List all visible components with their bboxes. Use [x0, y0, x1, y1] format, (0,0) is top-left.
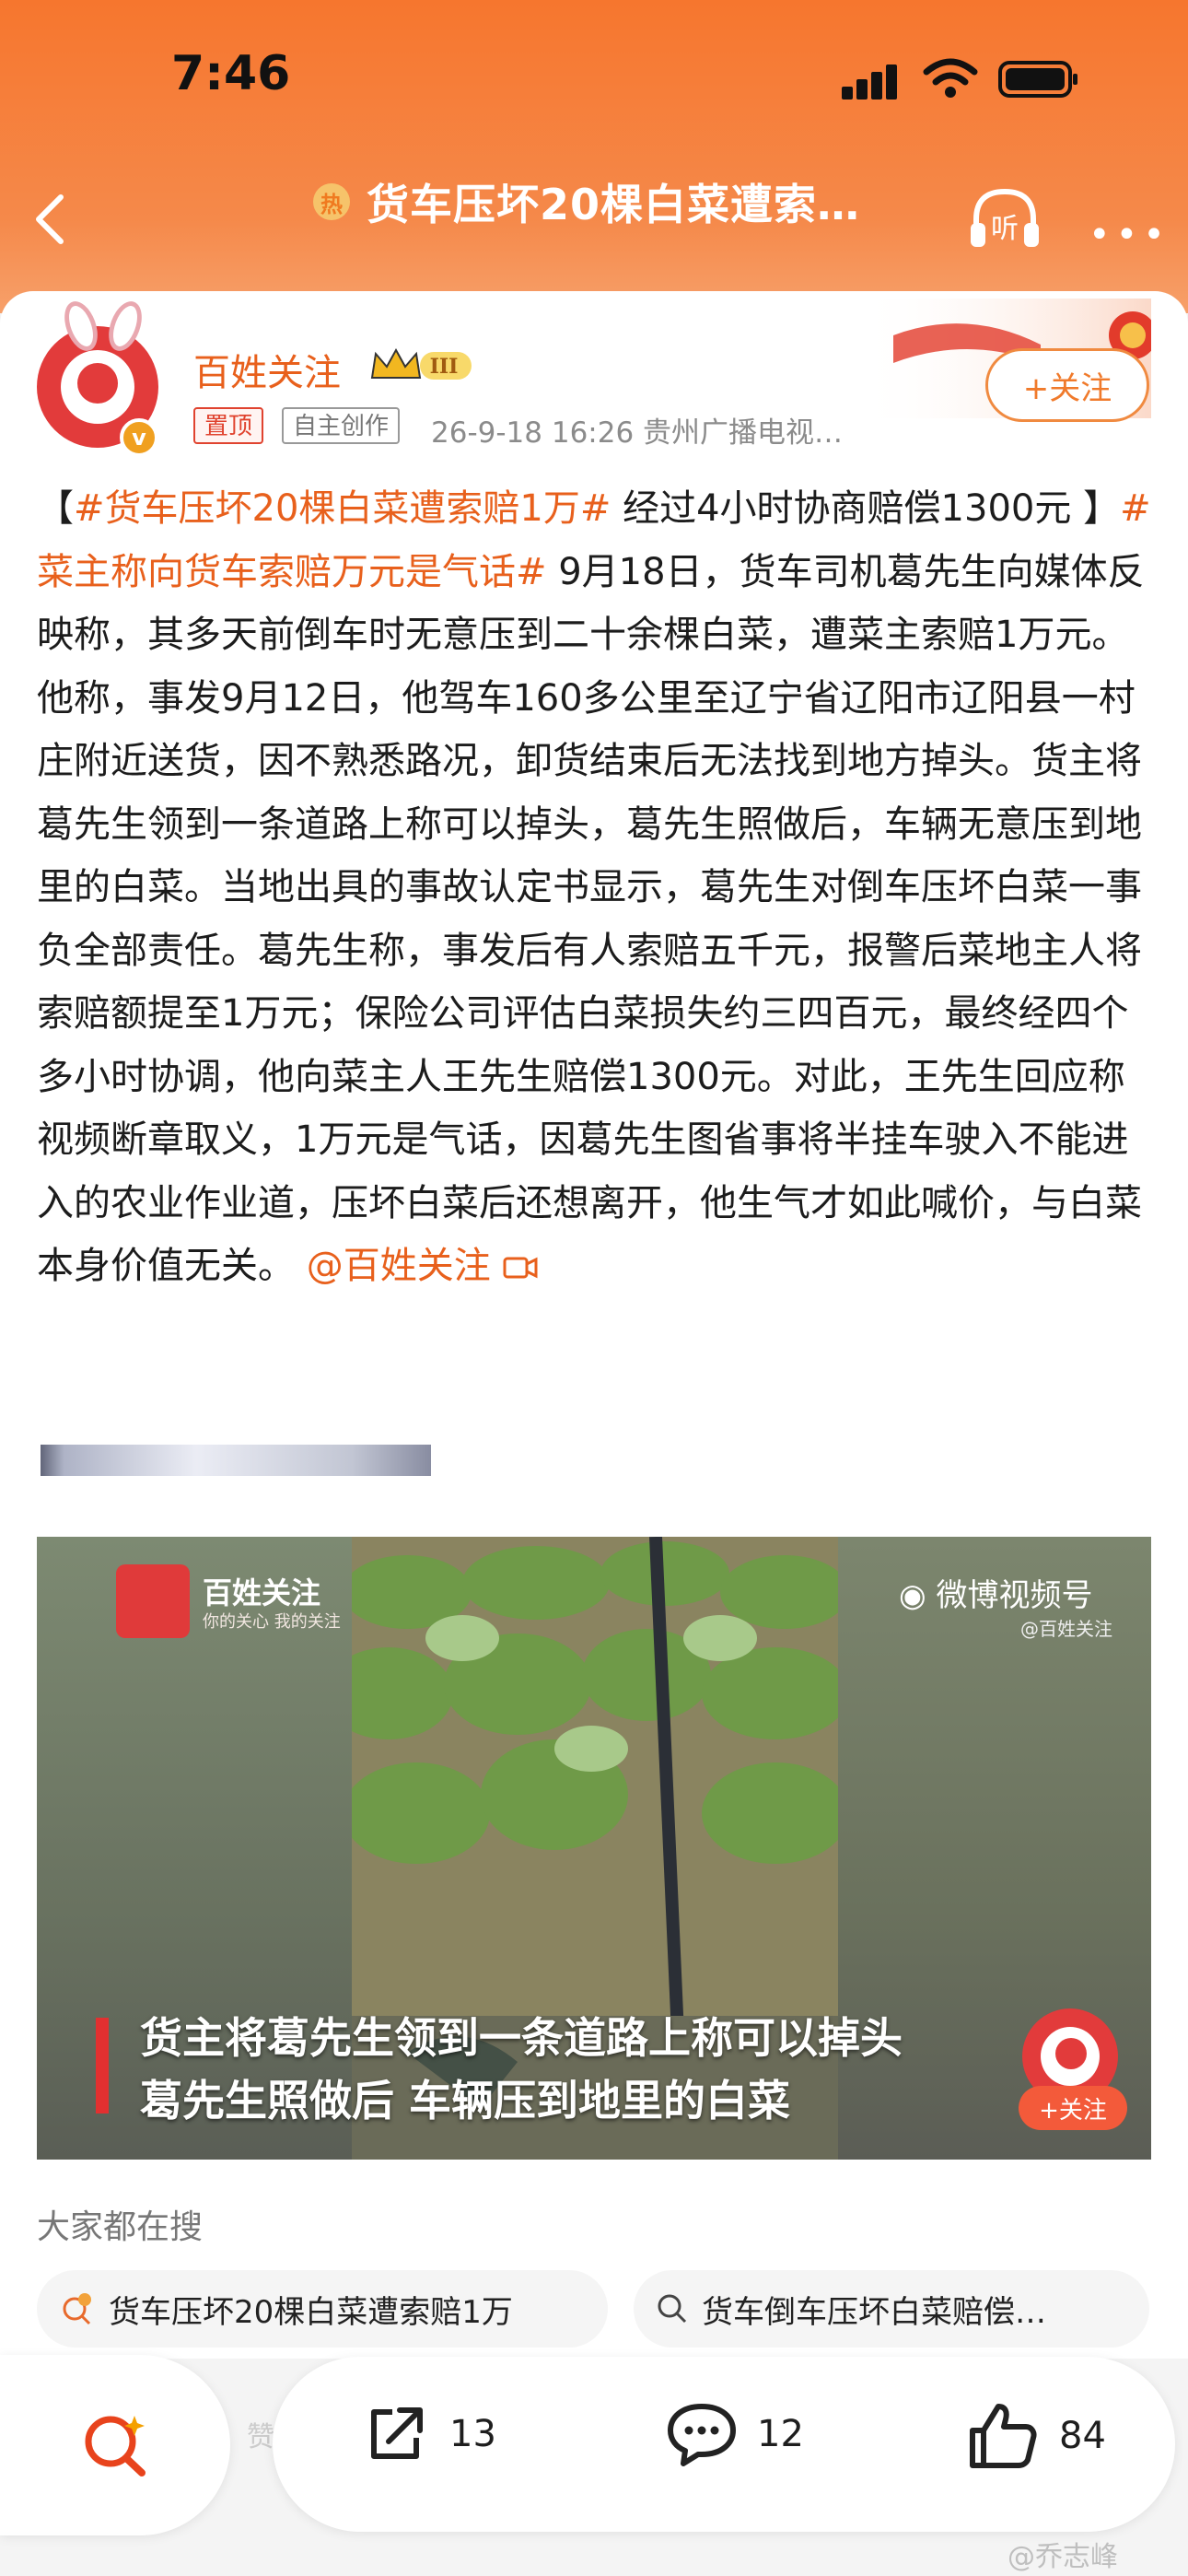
- brand-name: 百姓关注: [203, 1575, 321, 1610]
- listen-icon[interactable]: 听: [967, 184, 1042, 252]
- follow-button[interactable]: +关注: [985, 348, 1149, 422]
- search-chip-label: 货车压坏20棵白菜遭索赔1万: [109, 2293, 513, 2331]
- back-icon[interactable]: [28, 192, 74, 247]
- hot-search-icon: [63, 2293, 91, 2325]
- share-count: 13: [449, 2413, 496, 2455]
- search-sparkle-icon: [85, 2416, 146, 2476]
- search-chip[interactable]: 货车压坏20棵白菜遭索赔1万: [37, 2270, 608, 2348]
- wifi-icon: [923, 58, 978, 98]
- weibo-label-text: 微博视频号: [936, 1577, 1093, 1614]
- text-part: 经过4小时协商赔偿1300元 】: [611, 487, 1121, 530]
- search-chip[interactable]: 货车倒车压坏白菜赔偿…: [634, 2270, 1149, 2348]
- level-badge: III: [370, 347, 472, 380]
- video-caption: 货主将葛先生领到一条道路上称可以掉头 葛先生照做后 车辆压到地里的白菜: [140, 2007, 903, 2132]
- status-time: 7:46: [171, 46, 291, 101]
- comment-count: 12: [757, 2413, 804, 2455]
- share-icon: [371, 2407, 423, 2459]
- share-button[interactable]: 13: [361, 2399, 496, 2469]
- brand-logo-icon: [116, 1564, 190, 1638]
- page-title: 货车压坏20棵白菜遭索…: [367, 180, 861, 229]
- comment-icon: [668, 2404, 736, 2466]
- pinned-tag: 置顶: [193, 407, 264, 444]
- like-button[interactable]: 84: [965, 2399, 1106, 2473]
- weibo-account: @百姓关注: [1020, 1618, 1112, 1640]
- verified-badge: v: [120, 418, 158, 457]
- weibo-icon: ◉: [899, 1577, 937, 1614]
- caption-accent: [96, 2018, 109, 2113]
- author-name[interactable]: 百姓关注: [193, 343, 341, 396]
- caption-line: 货主将葛先生领到一条道路上称可以掉头: [140, 2013, 903, 2063]
- topic-link[interactable]: #货车压坏20棵白菜遭索赔1万#: [74, 487, 611, 530]
- search-shortcut[interactable]: [0, 2355, 230, 2535]
- watermark: @乔志峰: [1007, 2541, 1118, 2573]
- text-part: 9月18日，货车司机葛先生向媒体反映称，其多天前倒车时无意压到二十余棵白菜，遭菜…: [37, 550, 1145, 1288]
- level-label: III: [430, 355, 459, 379]
- hot-icon: 热: [313, 183, 350, 220]
- search-icon: [658, 2294, 687, 2324]
- battery-icon: [998, 61, 1077, 98]
- text-part: 【: [37, 487, 74, 530]
- post-text: 【#货车压坏20棵白菜遭索赔1万# 经过4小时协商赔偿1300元 】#菜主称向货…: [37, 477, 1160, 1298]
- like-hint: 赞: [247, 2421, 274, 2453]
- weibo-video-label: ◉ 微博视频号: [899, 1570, 1092, 1615]
- mention-link[interactable]: @百姓关注: [295, 1245, 491, 1287]
- brand-slogan: 你的关心 我的关注: [203, 1612, 341, 1632]
- caption-line: 葛先生照做后 车辆压到地里的白菜: [140, 2076, 791, 2125]
- signal-icon: [842, 64, 901, 100]
- nav-title-area: 热 货车压坏20棵白菜遭索…: [313, 171, 860, 232]
- listen-label: 听: [991, 213, 1019, 245]
- more-icon[interactable]: •••: [1089, 214, 1171, 256]
- video-player[interactable]: 百姓关注 你的关心 我的关注 ◉ 微博视频号 @百姓关注 货主将葛先生领到一条道…: [37, 1537, 1151, 2160]
- loading-bar: [41, 1445, 431, 1476]
- video-follow-button[interactable]: +关注: [1019, 2086, 1127, 2130]
- trending-search-title: 大家都在搜: [37, 2208, 204, 2246]
- thumbs-up-icon: [970, 2404, 1037, 2468]
- like-count: 84: [1059, 2415, 1106, 2457]
- search-chip-label: 货车倒车压坏白菜赔偿…: [702, 2293, 1046, 2331]
- original-tag: 自主创作: [282, 407, 401, 444]
- comment-button[interactable]: 12: [665, 2399, 804, 2469]
- video-link-icon[interactable]: [502, 1253, 539, 1282]
- post-meta: 26-9-18 16:26 贵州广播电视…: [431, 416, 844, 450]
